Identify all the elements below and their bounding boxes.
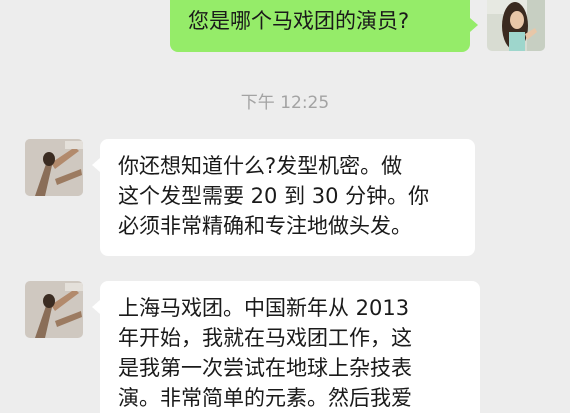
message-line: 必须非常精确和专注地做头发。 — [118, 214, 412, 238]
message-line: 上海马戏团。中国新年从 2013 — [118, 296, 410, 320]
self-avatar[interactable] — [487, 0, 545, 51]
bubble-tail — [92, 300, 100, 314]
bubble-tail — [92, 158, 100, 172]
incoming-message-bubble[interactable]: 你还想知道什么?发型机密。做 这个发型需要 20 到 30 分钟。你 必须非常精… — [100, 139, 475, 256]
message-line: 你还想知道什么?发型机密。做 — [118, 154, 403, 178]
contact-avatar[interactable] — [25, 139, 83, 196]
message-line: 年开始，我就在马戏团工作，这 — [118, 326, 412, 350]
message-timestamp: 下午 12:25 — [240, 93, 330, 113]
message-text: 您是哪个马戏团的演员? — [188, 9, 410, 33]
message-line: 是我第一次尝试在地球上杂技表 — [118, 356, 412, 380]
message-line: 演。非常简单的元素。然后我爱 — [118, 386, 412, 410]
message-line: 这个发型需要 20 到 30 分钟。你 — [118, 184, 430, 208]
outgoing-message-bubble[interactable]: 您是哪个马戏团的演员? — [170, 0, 470, 52]
contact-avatar[interactable] — [25, 281, 83, 338]
bubble-tail — [470, 18, 478, 32]
incoming-message-bubble[interactable]: 上海马戏团。中国新年从 2013 年开始，我就在马戏团工作，这 是我第一次尝试在… — [100, 281, 480, 413]
chat-view: 您是哪个马戏团的演员? 下午 12:25 你还想知道什么?发型机密。做 这个发型 — [0, 0, 570, 413]
